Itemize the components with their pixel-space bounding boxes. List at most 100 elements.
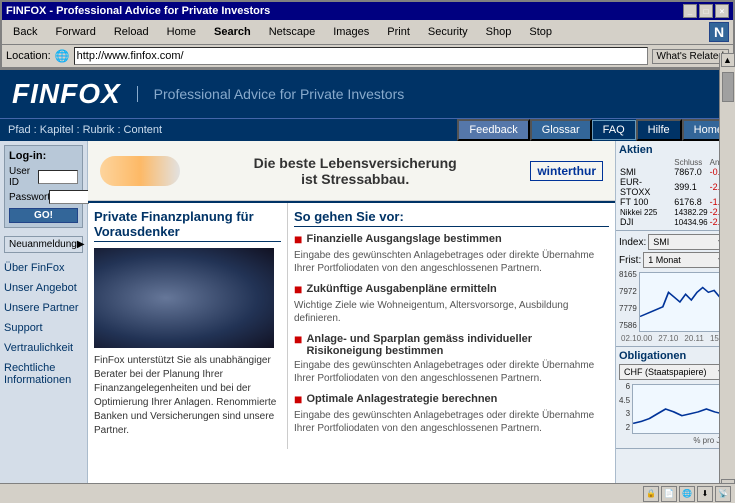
ad-line2: ist Stressabbau. <box>254 171 457 187</box>
nav-bar: Pfad : Kapitel : Rubrik : Content Feedba… <box>0 118 735 141</box>
step-3-title: ■ Anlage- und Sparplan gemäss individuel… <box>294 333 609 357</box>
aktien-table: Schluss And% SMI 7867.0 -0.8 EUR-STOXX 3… <box>619 158 732 227</box>
sidebar-link-rechtliche[interactable]: Rechtliche Informationen <box>4 361 83 387</box>
step-2-text: Wichtige Ziele wie Wohneigentum, Altersv… <box>294 299 609 325</box>
print-button[interactable]: Print <box>380 24 417 40</box>
security-icon: 🔒 <box>643 486 659 502</box>
netscape-button[interactable]: Netscape <box>262 24 322 40</box>
left-column: Private Finanzplanung für Vorausdenker F… <box>88 203 288 449</box>
location-label: Location: <box>6 50 51 62</box>
shop-button[interactable]: Shop <box>479 24 519 40</box>
left-col-image <box>94 248 274 348</box>
step-3: ■ Anlage- und Sparplan gemäss individuel… <box>294 333 609 385</box>
whats-related-button[interactable]: What's Related <box>652 49 730 64</box>
table-row: Nikkei 225 14382.29 -2.5 <box>619 207 732 217</box>
index-section: Index: SMI Frist: 1 Monat <box>616 231 735 347</box>
image-placeholder <box>94 248 274 348</box>
scroll-track[interactable] <box>721 67 735 479</box>
obligations-chart-area: 6 4.5 3 2 <box>619 382 732 436</box>
sidebar-link-partner[interactable]: Unsere Partner <box>4 301 83 315</box>
maximize-button[interactable]: □ <box>699 4 713 18</box>
row-nikkei-schluss: 14382.29 <box>673 207 708 217</box>
aktien-title: Aktien <box>619 144 732 156</box>
right-panel: Aktien Schluss And% SMI 7867.0 -0.8 <box>615 141 735 500</box>
feedback-button[interactable]: Feedback <box>457 119 529 141</box>
center-content: Die beste Lebensversicherung ist Stressa… <box>88 141 615 500</box>
chart-y-8165: 8165 <box>619 270 637 279</box>
step-1-label: Finanzielle Ausgangslage bestimmen <box>306 233 501 245</box>
user-id-input[interactable] <box>38 170 78 184</box>
table-row: DJI 10434.96 -2.2 <box>619 217 732 227</box>
password-label: Passwort <box>9 192 47 203</box>
register-button[interactable]: Neuanmeldung ▶ <box>4 236 83 253</box>
glossar-button[interactable]: Glossar <box>530 119 592 141</box>
step-3-bullet: ■ <box>294 331 302 347</box>
obl-y-6: 6 <box>619 382 630 391</box>
main-page: FINFOX Professional Advice for Private I… <box>0 70 735 500</box>
row-dji-name: DJI <box>619 217 673 227</box>
scroll-up-button[interactable]: ▲ <box>721 53 735 67</box>
browser-window: FINFOX - Professional Advice for Private… <box>0 0 735 503</box>
window-controls: _ □ × <box>683 4 729 18</box>
search-button[interactable]: Search <box>207 24 258 40</box>
left-col-header: Private Finanzplanung für Vorausdenker <box>94 209 281 242</box>
minimize-button[interactable]: _ <box>683 4 697 18</box>
obl-y-label: % pro Jahr <box>619 436 732 445</box>
status-bar: 🔒 📄 🌐 ⬇ 📡 <box>0 483 735 503</box>
faq-button[interactable]: FAQ <box>592 120 636 140</box>
obligations-select[interactable]: CHF (Staatspapiere) <box>619 364 732 380</box>
chart-y-axis: 8165 7972 7779 7586 <box>619 270 637 330</box>
reload-button[interactable]: Reload <box>107 24 156 40</box>
obligations-title: Obligationen <box>619 350 732 362</box>
register-label: Neuanmeldung <box>9 239 77 250</box>
images-button[interactable]: Images <box>326 24 376 40</box>
ad-text: Die beste Lebensversicherung ist Stressa… <box>254 155 457 187</box>
login-title: Log-in: <box>9 150 78 162</box>
browser-toolbar: Back Forward Reload Home Search Netscape… <box>2 20 733 45</box>
scroll-thumb[interactable] <box>722 72 734 102</box>
left-col-text: FinFox unterstützt Sie als unabhängiger … <box>94 354 281 438</box>
login-box: Log-in: User ID Passwort GO! <box>4 145 83 228</box>
table-header-row: Schluss And% <box>619 158 732 167</box>
title-bar: FINFOX - Professional Advice for Private… <box>2 2 733 20</box>
stop-button[interactable]: Stop <box>522 24 559 40</box>
sidebar-link-support[interactable]: Support <box>4 321 83 335</box>
location-input[interactable] <box>74 47 648 65</box>
sidebar-link-angebot[interactable]: Unser Angebot <box>4 281 83 295</box>
aktien-section: Aktien Schluss And% SMI 7867.0 -0.8 <box>616 141 735 231</box>
chart-area: 8165 7972 7779 7586 <box>619 270 732 334</box>
security-button[interactable]: Security <box>421 24 475 40</box>
chart-y-7972: 7972 <box>619 287 637 296</box>
vertical-scrollbar[interactable]: ▲ ▼ <box>719 53 735 493</box>
left-sidebar: Log-in: User ID Passwort GO! Neuanmeldun… <box>0 141 88 500</box>
two-col-section: Private Finanzplanung für Vorausdenker F… <box>88 201 615 449</box>
password-input[interactable] <box>49 190 89 204</box>
ad-line1: Die beste Lebensversicherung <box>254 155 457 171</box>
chart-svg <box>640 273 731 331</box>
hilfe-button[interactable]: Hilfe <box>636 119 682 141</box>
sidebar-link-vertraulichkeit[interactable]: Vertraulichkeit <box>4 341 83 355</box>
row-ft100-schluss: 6176.8 <box>673 197 708 207</box>
back-button[interactable]: Back <box>6 24 44 40</box>
frist-row: Frist: 1 Monat <box>619 252 732 268</box>
step-1-bullet: ■ <box>294 231 302 247</box>
table-row: EUR-STOXX 399.1 -2.0 <box>619 177 732 197</box>
breadcrumb: Pfad : Kapitel : Rubrik : Content <box>0 120 457 140</box>
step-2-title: ■ Zukünftige Ausgabenpläne ermitteln <box>294 283 609 297</box>
close-button[interactable]: × <box>715 4 729 18</box>
home-button[interactable]: Home <box>160 24 203 40</box>
obl-y-2: 2 <box>619 423 630 432</box>
step-2: ■ Zukünftige Ausgabenpläne ermitteln Wic… <box>294 283 609 325</box>
forward-button[interactable]: Forward <box>48 24 102 40</box>
sidebar-link-uberfinfox[interactable]: Über FinFox <box>4 261 83 275</box>
password-field: Passwort <box>9 190 78 204</box>
row-eurstoxx-name: EUR-STOXX <box>619 177 673 197</box>
location-icon: 🌐 <box>55 49 70 63</box>
chart-y-7586: 7586 <box>619 321 637 330</box>
step-2-bullet: ■ <box>294 281 302 297</box>
network-icon: 🌐 <box>679 486 695 502</box>
ad-banner: Die beste Lebensversicherung ist Stressa… <box>88 141 615 201</box>
login-submit-button[interactable]: GO! <box>9 208 78 223</box>
table-row: FT 100 6176.8 -1.4 <box>619 197 732 207</box>
location-bar: Location: 🌐 What's Related <box>2 45 733 68</box>
